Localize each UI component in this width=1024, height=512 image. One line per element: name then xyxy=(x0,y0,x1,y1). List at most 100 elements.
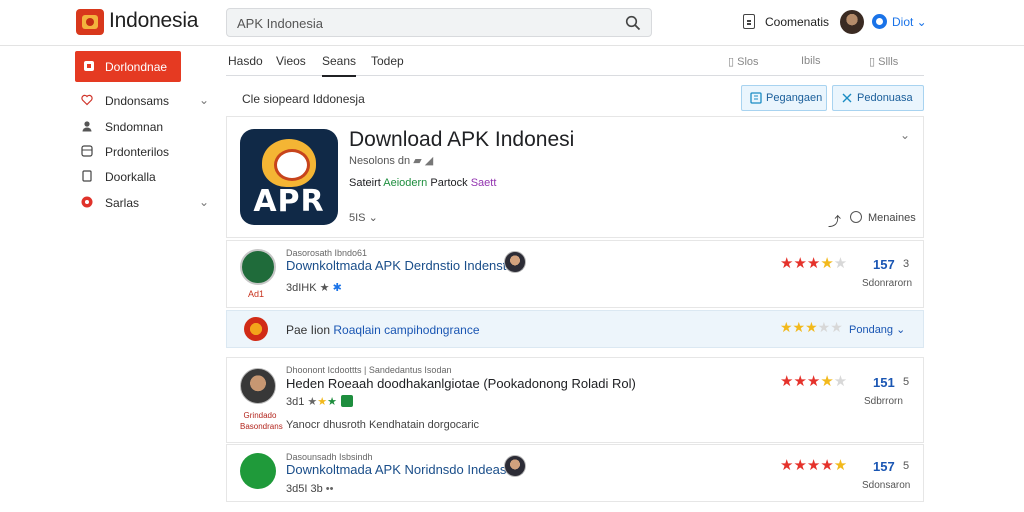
sidebar-item-active[interactable]: Dorlondnae xyxy=(75,51,181,82)
app-logo-text: APR xyxy=(253,184,325,219)
sidebar-item-label: Sndomnan xyxy=(105,120,164,134)
brand-name[interactable]: Indonesia xyxy=(109,9,198,33)
tab-meta-3[interactable]: ▯ Sllls xyxy=(869,55,898,68)
language-selector[interactable]: Diot ⌄ xyxy=(892,15,927,29)
more-dots-icon: •• xyxy=(325,483,334,495)
rating-count: 157 xyxy=(873,459,895,474)
developer-avatar[interactable] xyxy=(504,455,526,477)
sidebar-item-label: Doorkalla xyxy=(105,170,156,184)
result-meta: 3dIHK ★ ✱ xyxy=(286,281,342,294)
rating-suffix: 5 xyxy=(903,376,910,388)
chevron-down-icon[interactable]: ⌄ xyxy=(199,93,209,107)
emblem-icon xyxy=(262,139,316,187)
star-icon: ★ xyxy=(327,396,338,408)
chevron-down-icon[interactable]: ⌄ xyxy=(900,128,910,142)
result-app-icon[interactable] xyxy=(240,368,276,404)
top-bar: Indonesia APK Indonesia Coomenatis Diot … xyxy=(0,0,1024,46)
star-icon: ★ xyxy=(317,396,328,408)
result-title[interactable]: Heden Roeaah doodhakanlgiotae (Pookadono… xyxy=(286,376,636,391)
tab-todep[interactable]: Todep xyxy=(371,54,404,68)
promo-text: Pae Iion Roaqlain campihodngrance xyxy=(286,323,480,337)
app-icon-caption: Ad1 xyxy=(248,289,265,299)
search-query: APK Indonesia xyxy=(237,16,324,31)
rating-stars: ★★★★★ xyxy=(780,457,848,474)
app-tag: Partock xyxy=(430,177,468,189)
sidebar-item-label: Sarlas xyxy=(105,196,140,210)
result-meta-label: 3d1 xyxy=(286,396,305,408)
share-icon[interactable]: ⤴ xyxy=(828,211,841,230)
app-developer: Nesolons dn ▰ ◢ xyxy=(349,154,433,167)
badge-icon xyxy=(341,395,354,407)
sidebar-item-5[interactable]: Sarlas ⌄ xyxy=(75,191,215,215)
sidebar-item-label: Dndonsams xyxy=(105,94,170,108)
sidebar-item-4[interactable]: Doorkalla xyxy=(75,165,215,189)
header-link[interactable]: Coomenatis xyxy=(765,15,829,29)
promo-icon xyxy=(244,317,268,341)
result-meta: 3d1 ★★★ xyxy=(286,395,354,408)
sidebar-item-label: Prdonterilos xyxy=(105,145,170,159)
rating-stars: ★★★★★ xyxy=(780,373,848,390)
search-icon[interactable] xyxy=(625,15,641,31)
tab-meta-2[interactable]: Ibils xyxy=(801,55,821,67)
promo-link[interactable]: Pondang ⌄ xyxy=(849,323,905,336)
language-icon[interactable] xyxy=(872,14,887,29)
more-icon[interactable] xyxy=(850,211,862,223)
app-icon-caption: Grindado Basondrans xyxy=(240,411,283,431)
result-meta-label: 3d5I xyxy=(286,483,308,495)
language-label: Diot xyxy=(892,15,914,29)
red-circle-icon xyxy=(81,196,93,208)
result-meta: 3d5I 3b •• xyxy=(286,483,334,495)
sidebar-item-3[interactable]: Prdonterilos xyxy=(75,140,215,164)
tab-meta-label: Slos xyxy=(737,56,759,68)
result-meta2: 3b xyxy=(310,483,323,495)
chevron-down-icon[interactable]: ⌄ xyxy=(199,195,209,209)
results-subtitle: Cle siopeard Iddonesja xyxy=(242,92,365,106)
filter-button-label: Pegangaen xyxy=(766,92,823,104)
star-icon: ✱ xyxy=(332,282,342,294)
app-logo-icon[interactable]: APR xyxy=(240,129,338,225)
document-icon xyxy=(82,170,92,182)
avatar[interactable] xyxy=(840,10,864,34)
tab-vieos[interactable]: Vieos xyxy=(276,54,306,68)
brand-logo-icon[interactable] xyxy=(76,9,104,35)
sidebar-item-1[interactable]: Dndonsams ⌄ xyxy=(75,89,215,113)
person-icon xyxy=(82,121,92,132)
app-title[interactable]: Download APK Indonesi xyxy=(349,128,574,152)
rating-suffix: 5 xyxy=(903,460,910,472)
rating-label: Sdonrarorn xyxy=(862,278,913,289)
app-tags: Sateirt Aeiodern Partock Saett xyxy=(349,177,496,189)
promo-lead: Pae Iion xyxy=(286,323,331,337)
star-icon: ★ xyxy=(307,396,318,408)
sidebar-item-2[interactable]: Sndomnan xyxy=(75,115,215,139)
rating-stars: ★★★★★ xyxy=(780,255,848,272)
sort-icon xyxy=(842,93,852,103)
sort-button-label: Pedonuasa xyxy=(857,92,913,104)
filter-button[interactable]: Pegangaen xyxy=(741,85,827,111)
app-size-label: 5IS xyxy=(349,212,366,224)
verified-icon: ★ xyxy=(319,282,330,294)
sort-button[interactable]: Pedonuasa xyxy=(832,85,924,111)
search-input[interactable]: APK Indonesia xyxy=(226,8,652,37)
document-icon[interactable] xyxy=(743,14,755,29)
developer-avatar[interactable] xyxy=(504,251,526,273)
tab-hasdo[interactable]: Hasdo xyxy=(228,54,263,68)
rating-label: Sdbrrorn xyxy=(864,396,903,407)
rating-suffix: 3 xyxy=(903,258,910,270)
app-developer-label: Nesolons dn xyxy=(349,155,411,167)
result-app-icon[interactable] xyxy=(240,249,276,285)
sidebar-active-label: Dorlondnae xyxy=(105,60,168,74)
promo-link-text[interactable]: Roaqlain campihodngrance xyxy=(333,323,479,337)
tab-meta-1[interactable]: ▯ Slos xyxy=(728,55,759,68)
result-title[interactable]: Downkoltmada APK Derdnstio Indenstoar xyxy=(286,258,525,273)
more-label[interactable]: Menaines xyxy=(868,212,916,224)
result-app-icon[interactable] xyxy=(240,453,276,489)
rating-count: 151 xyxy=(873,375,895,390)
app-size[interactable]: 5IS ⌄ xyxy=(349,211,378,224)
result-title[interactable]: Downkoltmada APK Noridnsdo Indeasoar xyxy=(286,462,525,477)
rating-stars: ★★★★★ xyxy=(780,319,843,335)
result-subtitle: Dhoonont Icdoottts | Sandedantus Isodan xyxy=(286,365,452,375)
promo-link-label: Pondang xyxy=(849,324,894,336)
tab-seans[interactable]: Seans xyxy=(322,54,357,77)
app-tag: Aeiodern xyxy=(383,177,428,189)
app-tag: Sateirt xyxy=(349,177,381,189)
